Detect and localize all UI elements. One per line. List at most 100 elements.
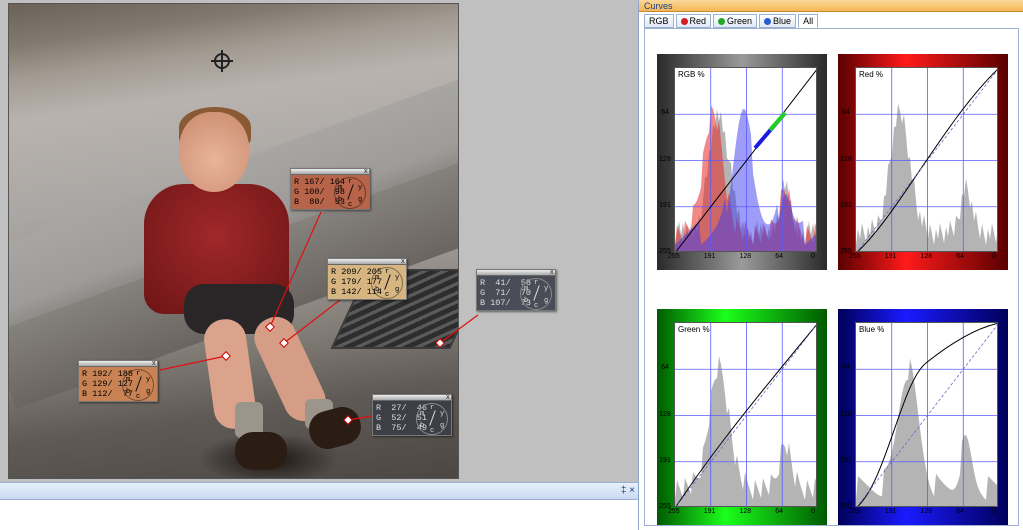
x-tick: 64 bbox=[775, 508, 784, 515]
dial-letter-m: m bbox=[524, 285, 529, 293]
dial-letter-y: y bbox=[358, 184, 363, 192]
close-icon[interactable]: x bbox=[401, 257, 405, 267]
curves-grid: RGB % 64 128 191 255 255 191 128 64 0 Red % 64 128 19… bbox=[644, 28, 1019, 526]
color-sample-1[interactable]: x R 167/ 164 G 100/ 98 B 80/ 53 mrygcb bbox=[290, 168, 370, 210]
dial-letter-c: c bbox=[348, 201, 353, 209]
sample-titlebar[interactable]: x bbox=[477, 268, 555, 278]
y-tick: 128 bbox=[659, 155, 671, 163]
tab-label: Blue bbox=[773, 15, 792, 26]
curve-svg bbox=[675, 323, 816, 506]
close-icon[interactable]: × bbox=[629, 485, 635, 496]
x-tick: 0 bbox=[992, 253, 996, 260]
color-sample-3[interactable]: x R 41/ 58 G 71/ 70 B 107/ 73 mrygcb bbox=[476, 269, 556, 311]
x-tick: 255 bbox=[668, 508, 680, 515]
dial-letter-y: y bbox=[544, 285, 549, 293]
curve-label: Red % bbox=[859, 70, 884, 79]
x-tick: 191 bbox=[703, 253, 716, 260]
histogram bbox=[856, 358, 997, 506]
curve-green: Green % 64 128 191 255 255 191 128 64 0 bbox=[657, 309, 827, 525]
color-wheel-icon: mrygcb bbox=[520, 278, 552, 310]
x-tick: 128 bbox=[920, 508, 933, 515]
tab-blue[interactable]: Blue bbox=[759, 14, 797, 28]
color-sample-5[interactable]: x R 27/ 46 G 52/ 51 B 75/ 49 mrygcb bbox=[372, 394, 452, 436]
sample-titlebar[interactable]: x bbox=[291, 167, 369, 177]
pin-icon[interactable]: ‡ bbox=[621, 485, 627, 496]
y-tick: 191 bbox=[840, 456, 852, 464]
curve-plot[interactable]: Red % bbox=[855, 67, 998, 252]
dial-letter-c: c bbox=[385, 291, 390, 299]
dial-needle bbox=[384, 274, 391, 290]
curve-label: Green % bbox=[678, 325, 710, 334]
dial-letter-c: c bbox=[430, 427, 435, 435]
dial-letter-g: g bbox=[358, 196, 363, 204]
curve-plot[interactable]: RGB % bbox=[674, 67, 817, 252]
dial-letter-b: b bbox=[375, 286, 380, 294]
x-tick: 128 bbox=[920, 253, 933, 260]
curve-svg bbox=[856, 323, 997, 506]
red-channel-icon bbox=[680, 17, 688, 25]
dial-letter-g: g bbox=[544, 297, 549, 305]
sample-titlebar[interactable]: x bbox=[373, 393, 451, 403]
tab-rgb[interactable]: RGB bbox=[644, 14, 674, 28]
x-tick: 0 bbox=[992, 508, 996, 515]
tab-label: Red bbox=[689, 15, 707, 26]
tab-label: Green bbox=[727, 15, 753, 26]
dial-letter-b: b bbox=[126, 388, 131, 396]
dial-letter-m: m bbox=[375, 274, 380, 282]
curve-plot[interactable]: Green % bbox=[674, 322, 817, 507]
close-icon[interactable]: x bbox=[152, 359, 156, 369]
y-tick: 128 bbox=[840, 155, 852, 163]
y-tick: 64 bbox=[842, 364, 850, 372]
sample-titlebar[interactable]: x bbox=[328, 257, 406, 267]
color-wheel-icon: mrygcb bbox=[371, 267, 403, 299]
curve-svg bbox=[856, 68, 997, 251]
tab-red[interactable]: Red bbox=[675, 14, 712, 28]
curve-red: Red % 64 128 191 255 255 191 128 64 0 bbox=[838, 54, 1008, 270]
image-panel: x R 167/ 164 G 100/ 98 B 80/ 53 mrygcb x R… bbox=[0, 0, 640, 482]
x-tick: 64 bbox=[956, 508, 965, 515]
blue-channel-icon bbox=[764, 17, 772, 25]
sample-connector-lines bbox=[159, 211, 479, 425]
dial-letter-c: c bbox=[136, 393, 141, 401]
close-icon[interactable]: x bbox=[446, 393, 450, 403]
color-sample-4[interactable]: x R 192/ 188 G 129/ 127 B 112/ 77 mrygcb bbox=[78, 360, 158, 402]
x-tick: 255 bbox=[849, 508, 861, 515]
curve-label: Blue % bbox=[859, 325, 885, 334]
y-tick: 64 bbox=[661, 364, 669, 372]
dial-letter-b: b bbox=[338, 196, 343, 204]
tab-all[interactable]: All bbox=[798, 14, 819, 28]
y-tick: 191 bbox=[659, 456, 671, 464]
tab-label: All bbox=[803, 15, 814, 26]
curve-segment-highlight bbox=[768, 111, 787, 132]
x-tick: 128 bbox=[739, 253, 752, 260]
dial-letter-y: y bbox=[146, 376, 151, 384]
sample-titlebar[interactable]: x bbox=[79, 359, 157, 369]
dial-letter-b: b bbox=[420, 422, 425, 430]
color-wheel-icon: mrygcb bbox=[334, 177, 366, 209]
dial-needle bbox=[135, 376, 142, 392]
histogram bbox=[675, 356, 816, 506]
x-tick: 0 bbox=[811, 508, 815, 515]
color-wheel-icon: mrygcb bbox=[416, 403, 448, 435]
curve-plot[interactable]: Blue % bbox=[855, 322, 998, 507]
dial-needle bbox=[347, 184, 354, 200]
dial-letter-m: m bbox=[420, 410, 425, 418]
curves-panel: Curves RGB Red Green Blue All RGB % 64 128 191 2… bbox=[638, 0, 1023, 530]
histogram-blue bbox=[675, 109, 816, 251]
x-tick: 128 bbox=[739, 508, 752, 515]
app-root: x R 167/ 164 G 100/ 98 B 80/ 53 mrygcb x R… bbox=[0, 0, 1023, 530]
dial-letter-y: y bbox=[395, 274, 400, 282]
curves-tabs: RGB Red Green Blue All bbox=[644, 14, 819, 28]
curve-rgb: RGB % 64 128 191 255 255 191 128 64 0 bbox=[657, 54, 827, 270]
tab-green[interactable]: Green bbox=[713, 14, 758, 28]
x-tick: 191 bbox=[884, 253, 897, 260]
dial-letter-g: g bbox=[146, 388, 151, 396]
close-icon[interactable]: x bbox=[364, 167, 368, 177]
dial-needle bbox=[429, 410, 436, 426]
tab-label: RGB bbox=[649, 15, 669, 26]
close-icon[interactable]: x bbox=[550, 268, 554, 278]
x-tick: 191 bbox=[703, 508, 716, 515]
x-tick: 64 bbox=[775, 253, 784, 260]
color-sample-2[interactable]: x R 209/ 205 G 179/ 177 B 142/ 114 mrygcb bbox=[327, 258, 407, 300]
y-tick: 191 bbox=[659, 201, 671, 209]
